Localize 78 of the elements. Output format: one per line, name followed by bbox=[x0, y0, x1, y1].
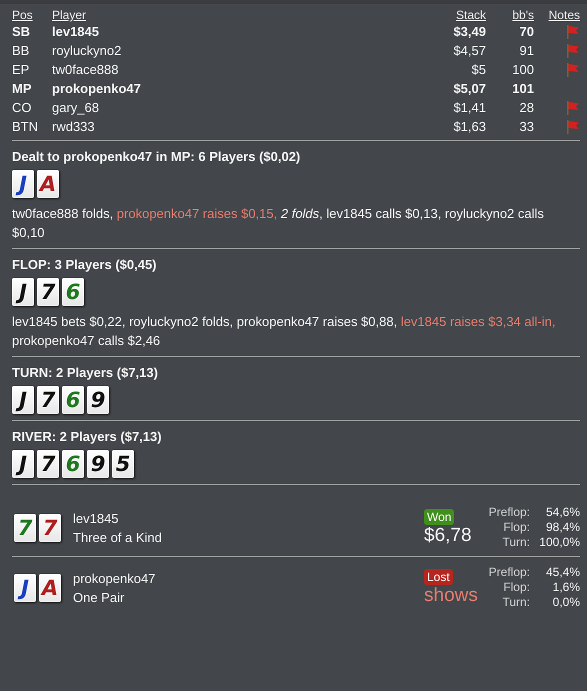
player-name-cell-text: rwd333 bbox=[52, 118, 96, 136]
equity-value: 54,6% bbox=[544, 505, 580, 520]
column-header[interactable]: bb's bbox=[486, 8, 534, 22]
player-name-cell-text: gary_68 bbox=[52, 99, 100, 117]
column-header[interactable]: Stack bbox=[406, 8, 486, 22]
street-title: RIVER: 2 Players ($7,13) bbox=[12, 429, 163, 444]
action-summary: tw0face888 folds, prokopenko47 raises $0,15, 2 folds, lev1845 calls $0,13, royluckyno2 calls $0,10 bbox=[12, 205, 545, 242]
equity-value: 45,4% bbox=[544, 565, 580, 580]
equity-label: Preflop: bbox=[488, 565, 530, 580]
big-blinds-cell-text: 33 bbox=[518, 118, 534, 136]
big-blinds-cell-text: 70 bbox=[518, 23, 534, 41]
column-header[interactable]: Pos bbox=[12, 8, 52, 22]
position-cell-text: MP bbox=[12, 80, 32, 98]
column-header[interactable]: Notes bbox=[534, 8, 580, 22]
stack-cell-text: $4,57 bbox=[452, 42, 486, 60]
playing-card: 6 bbox=[62, 386, 84, 414]
big-blinds-cell-text: 100 bbox=[511, 61, 534, 79]
outcome-badge: Won bbox=[424, 508, 454, 524]
flag-icon bbox=[564, 24, 580, 40]
player-name-cell-text: tw0face888 bbox=[52, 61, 120, 79]
result-amount: $6,78 bbox=[424, 524, 472, 546]
playing-card: J bbox=[12, 386, 34, 414]
big-blinds-cell-text: 101 bbox=[511, 80, 534, 98]
equity-label: Preflop: bbox=[488, 505, 530, 520]
playing-card: 6 bbox=[62, 450, 84, 478]
flag-icon bbox=[564, 100, 580, 116]
position-cell-text: SB bbox=[12, 23, 32, 41]
player-name-cell-text: prokopenko47 bbox=[52, 80, 142, 98]
equity-value: 0,0% bbox=[552, 595, 580, 610]
flag-icon bbox=[564, 43, 580, 59]
column-header[interactable]: Player bbox=[52, 8, 406, 22]
playing-card: 9 bbox=[87, 450, 109, 478]
position-cell-text: EP bbox=[12, 61, 30, 79]
playing-card: A bbox=[39, 574, 61, 602]
playing-card: A bbox=[37, 170, 59, 198]
playing-card: J bbox=[12, 450, 34, 478]
result-amount: shows bbox=[424, 584, 478, 606]
playing-card: 6 bbox=[62, 278, 84, 306]
player-name-cell-text: royluckyno2 bbox=[52, 42, 122, 60]
street-title: FLOP: 3 Players ($0,45) bbox=[12, 257, 158, 272]
equity-label: Flop: bbox=[502, 520, 530, 535]
stack-cell-text: $5 bbox=[470, 61, 486, 79]
hand-rank: Three of a Kind bbox=[73, 528, 163, 546]
position-cell-text: CO bbox=[12, 99, 32, 117]
flag-icon bbox=[564, 119, 580, 135]
playing-card: 7 bbox=[39, 514, 61, 542]
playing-card: 7 bbox=[37, 386, 59, 414]
playing-card: 9 bbox=[87, 386, 109, 414]
playing-card: J bbox=[12, 278, 34, 306]
stack-cell-text: $1,41 bbox=[452, 99, 486, 117]
playing-card: 5 bbox=[112, 450, 134, 478]
street-title: TURN: 2 Players ($7,13) bbox=[12, 365, 159, 380]
stack-cell-text: $5,07 bbox=[452, 80, 486, 98]
big-blinds-cell-text: 28 bbox=[518, 99, 534, 117]
stack-cell-text: $1,63 bbox=[452, 118, 486, 136]
equity-label: Turn: bbox=[501, 595, 530, 610]
equity-value: 100,0% bbox=[538, 535, 580, 550]
playing-card: 7 bbox=[37, 450, 59, 478]
playing-card: J bbox=[12, 170, 34, 198]
equity-label: Flop: bbox=[502, 580, 530, 595]
hand-rank: One Pair bbox=[73, 588, 126, 606]
equity-label: Turn: bbox=[501, 535, 530, 550]
playing-card: 7 bbox=[14, 514, 36, 542]
action-summary: lev1845 bets $0,22, royluckyno2 folds, prokopenko47 raises $0,88, lev1845 raises $3,34 all-in, prokopenko47 calls $2,46 bbox=[12, 313, 556, 350]
playing-card: 7 bbox=[37, 278, 59, 306]
player-name: lev1845 bbox=[73, 510, 120, 528]
big-blinds-cell-text: 91 bbox=[518, 42, 534, 60]
position-cell-text: BB bbox=[12, 42, 30, 60]
flag-icon bbox=[564, 62, 580, 78]
equity-value: 1,6% bbox=[552, 580, 580, 595]
equity-value: 98,4% bbox=[544, 520, 580, 535]
stack-cell-text: $3,49 bbox=[452, 23, 486, 41]
player-name: prokopenko47 bbox=[73, 570, 156, 588]
player-name-cell-text: lev1845 bbox=[52, 23, 100, 41]
position-cell-text: BTN bbox=[12, 118, 39, 136]
outcome-badge: Lost bbox=[424, 568, 453, 584]
street-title: Dealt to prokopenko47 in MP: 6 Players ($0,02) bbox=[12, 149, 302, 164]
playing-card: J bbox=[14, 574, 36, 602]
